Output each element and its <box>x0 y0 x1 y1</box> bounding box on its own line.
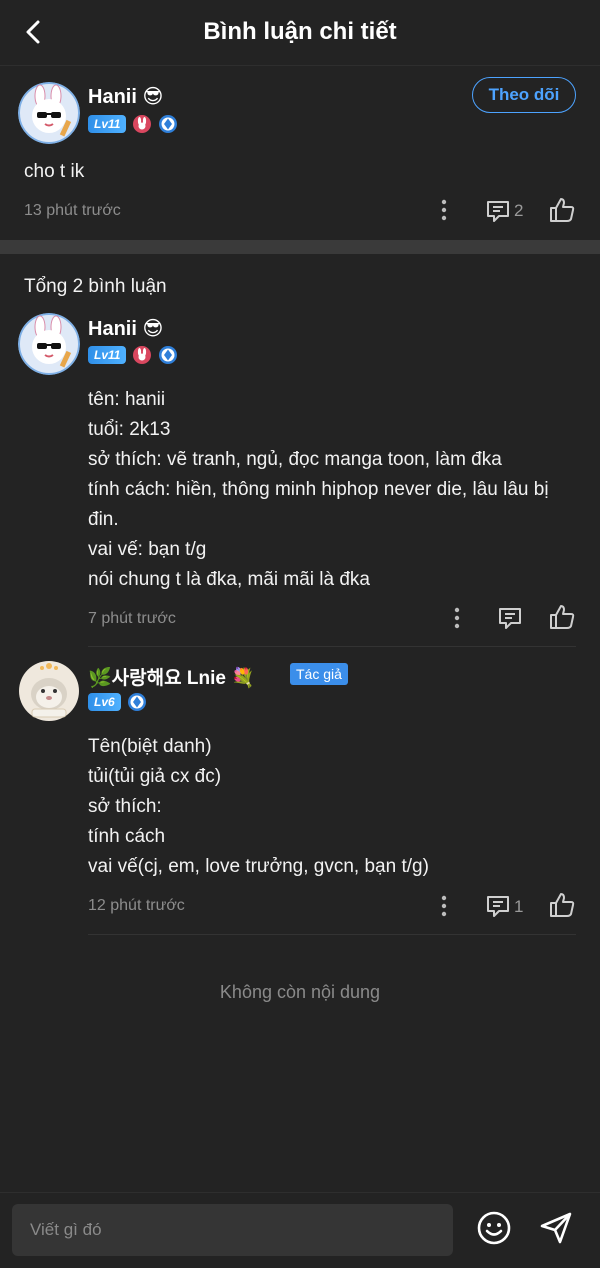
comment-text-line: sở thích: vẽ tranh, ngủ, đọc manga toon,… <box>88 449 502 470</box>
post-author-badges: Lv11 <box>88 114 178 134</box>
comment-timestamp: 12 phút trước <box>88 897 185 914</box>
level-badge: Lv11 <box>88 115 127 133</box>
comment-divider <box>88 646 576 647</box>
diamond-badge-icon <box>159 346 178 364</box>
comment-text-line: tủi(tủi giả cx đc) <box>88 766 222 787</box>
comment-timestamp: 7 phút trước <box>88 610 176 627</box>
avatar[interactable] <box>18 313 80 375</box>
comment-author-name[interactable]: 🌿사랑해요 Lnie 💐 <box>88 663 255 690</box>
post-text: cho t ik <box>24 161 85 182</box>
comment-reply-count: 1 <box>514 897 524 916</box>
rabbit-badge-icon <box>133 346 152 364</box>
comment-divider <box>88 934 576 935</box>
comment-text-line: tính cách <box>88 826 166 847</box>
post-reply-count: 2 <box>514 201 524 220</box>
avatar[interactable] <box>18 660 80 722</box>
comment-text-line: nói chung t là đka, mãi mãi là đka <box>88 569 370 590</box>
more-options-icon[interactable] <box>440 894 448 918</box>
section-divider <box>0 240 600 254</box>
comment-author-name[interactable]: Hanii 😎 <box>88 316 163 341</box>
diamond-badge-icon <box>159 115 178 133</box>
comment-text-line: tuổi: 2k13 <box>88 419 171 440</box>
avatar[interactable] <box>18 82 80 144</box>
comment-text-line: tên: hanii <box>88 389 166 410</box>
comment-text-line: vai vế(cj, em, love trưởng, gvcn, bạn t/… <box>88 856 429 877</box>
comment-icon[interactable] <box>485 198 511 224</box>
rabbit-badge-icon <box>133 115 152 133</box>
avatar-image <box>19 661 79 721</box>
comment-icon[interactable] <box>497 605 523 631</box>
author-tag: Tác giả <box>290 663 348 685</box>
post-timestamp: 13 phút trước <box>24 202 121 219</box>
comments-total: Tổng 2 bình luận <box>24 276 167 297</box>
like-icon[interactable] <box>548 196 576 224</box>
avatar-image <box>18 313 80 375</box>
follow-button[interactable]: Theo dõi <box>472 77 576 113</box>
comment-author-badges: Lv11 <box>88 345 178 365</box>
more-options-icon[interactable] <box>453 606 461 630</box>
end-of-content-label: Không còn nội dung <box>219 982 381 1002</box>
level-badge: Lv6 <box>88 693 121 711</box>
send-icon[interactable] <box>538 1210 574 1246</box>
comment-icon[interactable] <box>485 893 511 919</box>
level-badge: Lv11 <box>88 346 127 364</box>
comment-text-line: Tên(biệt danh) <box>88 736 212 757</box>
comment-author-badges: Lv6 <box>88 692 147 712</box>
post-author-name[interactable]: Hanii 😎 <box>88 84 163 109</box>
comment-input[interactable] <box>12 1204 453 1256</box>
like-icon[interactable] <box>548 891 576 919</box>
top-bar: Bình luận chi tiết <box>0 0 600 66</box>
avatar-image <box>18 82 80 144</box>
like-icon[interactable] <box>548 603 576 631</box>
comment-text-line: đin. <box>88 509 119 530</box>
diamond-badge-icon <box>127 693 146 711</box>
comment-text-line: vai vế: bạn t/g <box>88 539 207 560</box>
page-title: Bình luận chi tiết <box>203 18 397 45</box>
more-options-icon[interactable] <box>440 198 448 222</box>
emoji-icon[interactable] <box>476 1210 512 1246</box>
comment-text-line: tính cách: hiền, thông minh hiphop never… <box>88 479 549 500</box>
comment-text-line: sở thích: <box>88 796 162 817</box>
